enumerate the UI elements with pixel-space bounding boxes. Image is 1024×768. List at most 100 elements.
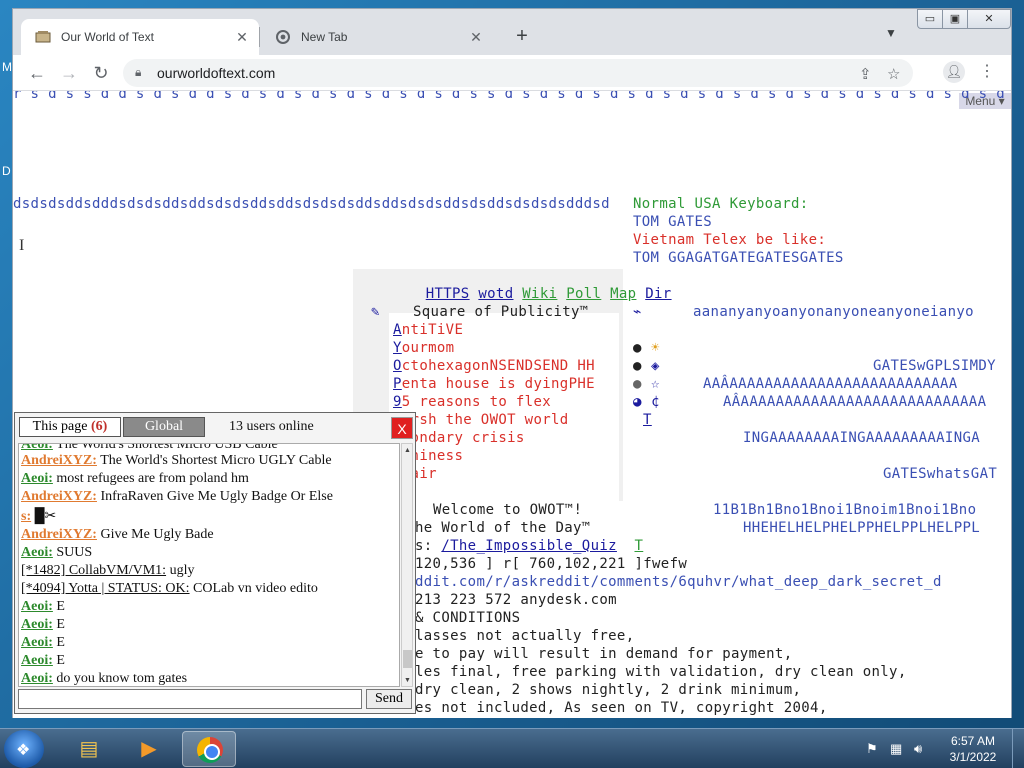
chat-message: Aeoi: E — [21, 653, 65, 668]
chat-message: Aeoi: E — [21, 635, 65, 650]
chrome-logo-icon — [197, 737, 223, 763]
link-dir[interactable]: Dir — [645, 286, 671, 302]
satellite-icon: ⌁ — [633, 304, 642, 320]
canvas-text: Vietnam Telex be like: — [633, 232, 827, 248]
taskbar-chrome-icon[interactable] — [182, 731, 236, 767]
scroll-down-icon[interactable]: ▼ — [404, 676, 411, 684]
publicity-item[interactable]: 95 reasons to flex — [393, 393, 551, 411]
chat-message: AndreiXYZ: The World's Shortest Micro UG… — [21, 453, 332, 468]
canvas-text: ddit.com/r/askreddit/comments/6quhvr/wha… — [415, 574, 942, 590]
canvas-text-row: HHEHELHELPHELPPHELPPLHELPPL — [743, 520, 981, 536]
link-map[interactable]: Map — [610, 286, 636, 302]
dot-icon: ● — [633, 376, 642, 392]
minimize-button[interactable]: ▭ — [917, 9, 943, 29]
canvas-text: 213 223 572 anydesk.com — [415, 592, 617, 608]
owot-favicon-icon — [35, 29, 51, 45]
link-poll[interactable]: Poll — [566, 286, 601, 302]
unread-count-badge: (6) — [91, 419, 108, 434]
lock-icon[interactable]: 🔒︎ — [135, 65, 141, 80]
taskbar-explorer-icon[interactable]: ▤ — [62, 731, 116, 767]
chat-message: [*1482] CollabVM/VM1: ugly — [21, 563, 195, 578]
chat-send-button[interactable]: Send — [366, 689, 412, 709]
share-icon[interactable]: ⇪ — [859, 65, 872, 83]
url-text[interactable]: ourworldoftext.com — [157, 65, 275, 81]
reload-icon[interactable]: ↻ — [89, 61, 113, 85]
system-clock[interactable]: 6:57 AM 3/1/2022 — [942, 733, 1004, 765]
maximize-button[interactable]: ▣ — [942, 9, 968, 29]
clock-time: 6:57 AM — [950, 734, 996, 748]
canvas-text: dry clean, 2 shows nightly, 2 drink mini… — [415, 682, 802, 698]
canvas-text-row: 11B1Bn1Bno1Bnoi1Bnoim1Bnoi1Bno — [713, 502, 977, 518]
dot-icon: ● — [633, 358, 642, 374]
network-icon[interactable]: ▦ — [890, 741, 902, 757]
forward-arrow-icon[interactable]: → — [57, 61, 81, 85]
taskbar-media-player-icon[interactable]: ▶ — [122, 731, 176, 767]
publicity-item[interactable]: Penta house is dyingPHE — [393, 375, 595, 393]
profile-avatar-icon[interactable]: 👤︎ — [943, 61, 965, 83]
canvas-link[interactable]: T — [643, 411, 652, 429]
canvas-text-row: dsdsdsddsdddsdsdsddsddsdsdsddsddsdsdsdsd… — [13, 196, 610, 212]
scroll-thumb[interactable] — [403, 650, 412, 668]
chat-input[interactable] — [18, 689, 362, 709]
publicity-item[interactable]: AntiTiVE — [393, 321, 463, 339]
new-tab-plus-icon[interactable]: + — [510, 24, 534, 48]
chat-message: [*4094] Yotta | STATUS: OK: COLab vn vid… — [21, 581, 318, 596]
chat-tab-this-page[interactable]: This page (6) — [19, 417, 121, 437]
tab-close-icon[interactable]: ✕ — [467, 28, 485, 46]
desktop-icon-label[interactable]: D — [2, 164, 11, 178]
chat-message: Aeoi: SUUS — [21, 545, 93, 560]
globe-icon: ◕ — [633, 394, 642, 410]
canvas-text-row: AÂAAAAAAAAAAAAAAAAAAAAAAAAAAAA — [723, 394, 987, 410]
publicity-item[interactable]: Harsh the OWOT world — [393, 411, 569, 429]
back-arrow-icon[interactable]: ← — [25, 61, 49, 85]
chat-close-button[interactable]: X — [391, 417, 413, 439]
chat-message-log[interactable]: Aeoi: The World's Shortest Micro USB Cab… — [18, 443, 400, 687]
tab-search-chevron-icon[interactable]: ▼ — [885, 26, 897, 40]
clock-date: 3/1/2022 — [949, 750, 997, 764]
dot-icon: ● — [633, 340, 642, 356]
chrome-favicon-icon — [275, 29, 291, 45]
canvas-text: s: /The_Impossible_Quiz T — [415, 538, 644, 554]
desktop-icon-label[interactable]: M — [2, 60, 12, 74]
chat-message: AndreiXYZ: InfraRaven Give Me Ugly Badge… — [21, 489, 333, 504]
canvas-text-row: GATESwGPLSIMDY — [873, 358, 996, 374]
chat-tab-global[interactable]: Global — [123, 417, 205, 437]
bookmark-star-icon[interactable]: ☆ — [887, 65, 900, 83]
canvas-link[interactable]: T — [634, 538, 643, 554]
address-bar[interactable]: 🔒︎ ourworldoftext.com ⇪ ☆ — [123, 59, 913, 87]
tab-close-icon[interactable]: ✕ — [233, 28, 251, 46]
kebab-menu-icon[interactable]: ⋮ — [979, 61, 995, 81]
action-center-flag-icon[interactable]: ⚑ — [866, 741, 878, 757]
canvas-text-row: aananyanyoanyonanyoneanyoneianyo — [693, 304, 974, 320]
tab-divider — [259, 27, 260, 47]
chat-scrollbar[interactable]: ▲ ▼ — [401, 443, 413, 687]
quiz-link[interactable]: /The_Impossible_Quiz — [441, 538, 617, 554]
cent-icon: ¢ — [651, 394, 660, 410]
chat-message: Aeoi: E — [21, 599, 65, 614]
show-desktop-button[interactable] — [1012, 729, 1024, 768]
canvas-text: TOM GATES — [633, 214, 713, 230]
chat-tab-bar: This page (6) Global 13 users online X — [15, 413, 415, 441]
link-https[interactable]: HTTPS — [426, 286, 470, 302]
canvas-text: 120,536 ] r[ 760,102,221 ]fwefw — [415, 556, 688, 572]
publicity-item[interactable]: Yourmom — [393, 339, 454, 357]
publicity-item[interactable]: OctohexagonNSENDSEND HH — [393, 357, 595, 375]
scroll-up-icon[interactable]: ▲ — [404, 446, 411, 454]
browser-toolbar: ← → ↻ 🔒︎ ourworldoftext.com ⇪ ☆ — [13, 55, 1011, 91]
tab-title: Our World of Text — [61, 30, 154, 44]
canvas-text: es not included, As seen on TV, copyrigh… — [415, 700, 828, 716]
volume-icon[interactable]: 🔊︎ — [914, 741, 922, 757]
link-wiki[interactable]: Wiki — [522, 286, 557, 302]
tab-our-world-of-text[interactable]: Our World of Text ✕ — [21, 19, 259, 55]
chat-message: Aeoi: E — [21, 617, 65, 632]
start-button[interactable]: ❖ — [4, 730, 44, 768]
link-wotd[interactable]: wotd — [478, 286, 513, 302]
star-icon: ☆ — [651, 376, 660, 392]
canvas-text: e to pay will result in demand for payme… — [415, 646, 793, 662]
users-online-count: 13 users online — [229, 419, 314, 434]
tab-new-tab[interactable]: New Tab ✕ — [261, 19, 493, 55]
text-cursor-icon: I — [19, 237, 25, 254]
close-window-button[interactable]: ✕ — [967, 9, 1011, 29]
chat-message: s: █✂ — [21, 509, 57, 524]
windows-logo-icon: ❖ — [16, 742, 31, 759]
